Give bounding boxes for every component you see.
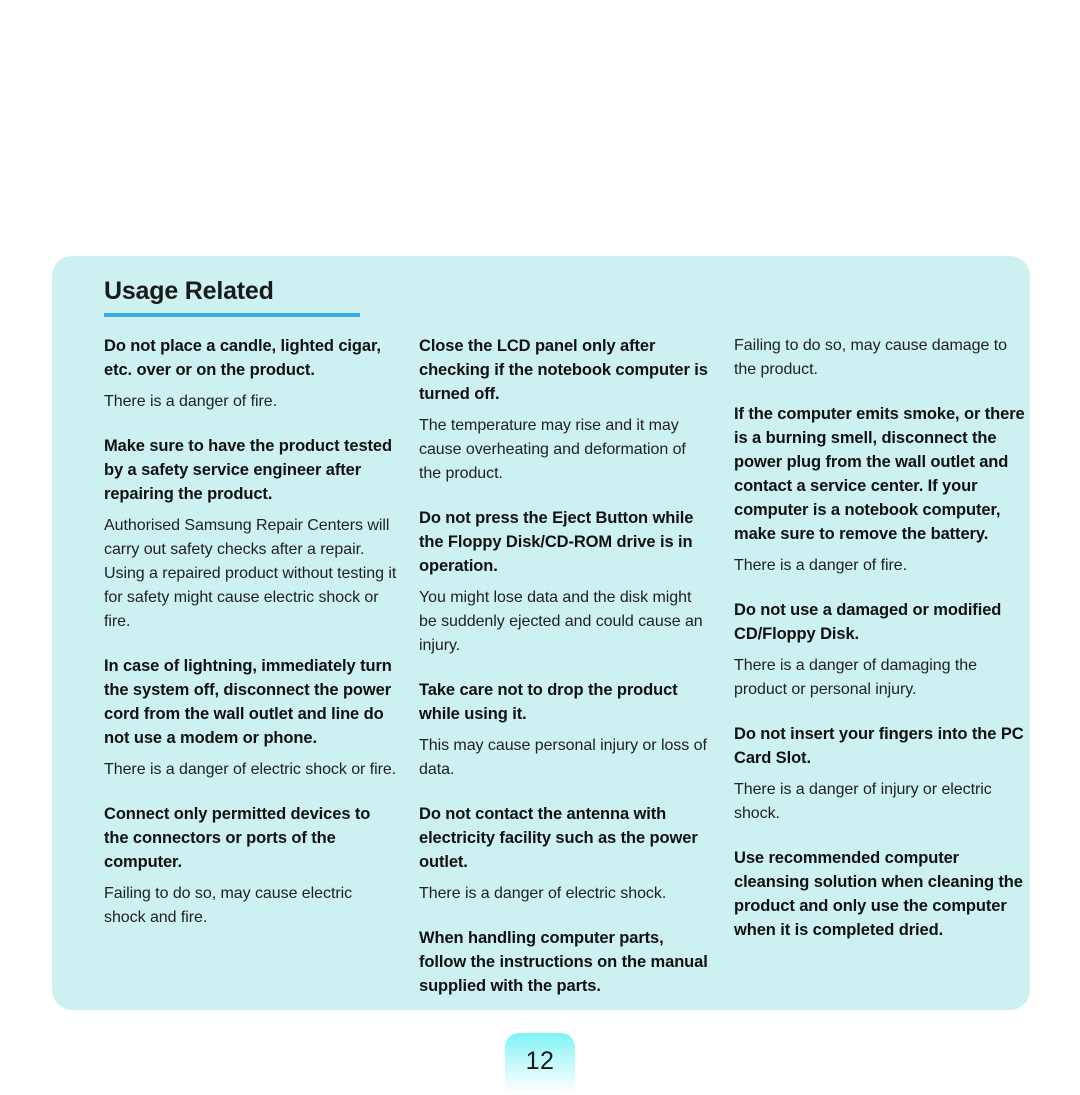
title-underline-rule: [104, 313, 360, 318]
notice-heading: Do not use a damaged or modified CD/Flop…: [734, 601, 1002, 644]
notice-heading: When handling computer parts, follow the…: [419, 929, 708, 996]
notice-text: There is a danger of fire.: [734, 557, 908, 575]
notice-item: Do not press the Eject Button while the …: [419, 506, 727, 658]
notice-heading: If the computer emits smoke, or there is…: [734, 405, 1025, 544]
notice-heading: Do not place a candle, lighted cigar, et…: [104, 337, 381, 380]
column-middle: Close the LCD panel only after checking …: [419, 334, 727, 998]
notice-text: There is a danger of fire.: [104, 393, 278, 411]
notice-heading: Take care not to drop the product while …: [419, 681, 678, 724]
notice-item: Do not insert your fingers into the PC C…: [734, 722, 1042, 826]
notice-text: The temperature may rise and it may caus…: [419, 417, 686, 483]
notice-text: There is a danger of electric shock.: [419, 885, 667, 903]
notice-heading: Do not insert your fingers into the PC C…: [734, 725, 1024, 768]
page-number: 12: [525, 1047, 555, 1075]
notice-heading: Close the LCD panel only after checking …: [419, 337, 708, 404]
notice-heading: Make sure to have the product tested by …: [104, 437, 392, 504]
notice-text: There is a danger of injury or electric …: [734, 781, 992, 823]
notice-heading: Do not contact the antenna with electric…: [419, 805, 698, 872]
notice-item: Do not use a damaged or modified CD/Flop…: [734, 598, 1042, 702]
notice-item: Do not place a candle, lighted cigar, et…: [104, 334, 412, 414]
panel-header: Usage Related: [104, 277, 1004, 318]
notice-text: Failing to do so, may cause electric sho…: [104, 885, 353, 927]
three-column-layout: Do not place a candle, lighted cigar, et…: [78, 334, 1025, 998]
notice-text: You might lose data and the disk might b…: [419, 589, 703, 655]
column-right: Failing to do so, may cause damage to th…: [734, 334, 1042, 998]
notice-heading: In case of lightning, immediately turn t…: [104, 657, 392, 748]
notice-item: Connect only permitted devices to the co…: [104, 802, 412, 930]
notice-heading: Use recommended computer cleansing solut…: [734, 849, 1023, 940]
column-left: Do not place a candle, lighted cigar, et…: [104, 334, 412, 998]
notice-item: Failing to do so, may cause damage to th…: [734, 334, 1042, 382]
notice-item: If the computer emits smoke, or there is…: [734, 402, 1042, 578]
notice-item: Close the LCD panel only after checking …: [419, 334, 727, 486]
notice-text: There is a danger of damaging the produc…: [734, 657, 977, 699]
notice-text: There is a danger of electric shock or f…: [104, 761, 397, 779]
notice-heading: Do not press the Eject Button while the …: [419, 509, 694, 576]
notice-item: In case of lightning, immediately turn t…: [104, 654, 412, 782]
notice-item: Take care not to drop the product while …: [419, 678, 727, 782]
notice-text: Failing to do so, may cause damage to th…: [734, 337, 1007, 379]
safety-notice-panel: Usage Related Do not place a candle, lig…: [52, 256, 1030, 1010]
notice-item: Do not contact the antenna with electric…: [419, 802, 727, 906]
notice-item: Make sure to have the product tested by …: [104, 434, 412, 634]
page-number-badge: 12: [505, 1033, 575, 1095]
notice-item: When handling computer parts, follow the…: [419, 926, 727, 998]
notice-heading: Connect only permitted devices to the co…: [104, 805, 371, 872]
notice-text: This may cause personal injury or loss o…: [419, 737, 707, 779]
page-title: Usage Related: [104, 277, 274, 305]
notice-item: Use recommended computer cleansing solut…: [734, 846, 1042, 942]
notice-text: Authorised Samsung Repair Centers will c…: [104, 517, 397, 631]
